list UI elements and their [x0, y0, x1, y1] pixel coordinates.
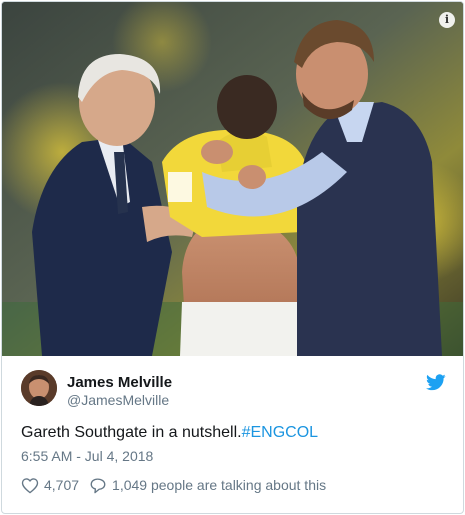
talking-text: 1,049 people are talking about this — [112, 477, 327, 493]
author-name[interactable]: James Melville — [67, 374, 172, 391]
heart-icon — [21, 477, 39, 493]
author-handle[interactable]: @JamesMelville — [67, 392, 169, 408]
tweet-body: Gareth Southgate in a nutshell. — [21, 424, 242, 441]
info-icon[interactable]: i — [439, 12, 455, 28]
talking-button[interactable]: 1,049 people are talking about this — [89, 477, 326, 494]
tweet-timestamp[interactable]: 6:55 AM - Jul 4, 2018 — [21, 448, 153, 464]
tweet-header: James Melville @JamesMelville — [21, 370, 446, 410]
like-button[interactable]: 4,707 — [21, 477, 79, 494]
avatar-photo — [21, 370, 57, 406]
tweet-text: Gareth Southgate in a nutshell.#ENGCOL — [21, 424, 318, 442]
tweet-card: i James Melville @JamesMelville Gareth S… — [1, 1, 464, 514]
twitter-bird-icon[interactable] — [426, 374, 446, 391]
tweet-photo[interactable]: i — [2, 2, 463, 356]
like-count: 4,707 — [44, 477, 80, 493]
avatar[interactable] — [21, 370, 57, 406]
hashtag-link[interactable]: #ENGCOL — [242, 424, 318, 441]
photo-scene — [2, 2, 463, 356]
speech-bubble-icon — [90, 477, 106, 493]
tweet-actions: 4,707 1,049 people are talking about thi… — [21, 474, 326, 496]
